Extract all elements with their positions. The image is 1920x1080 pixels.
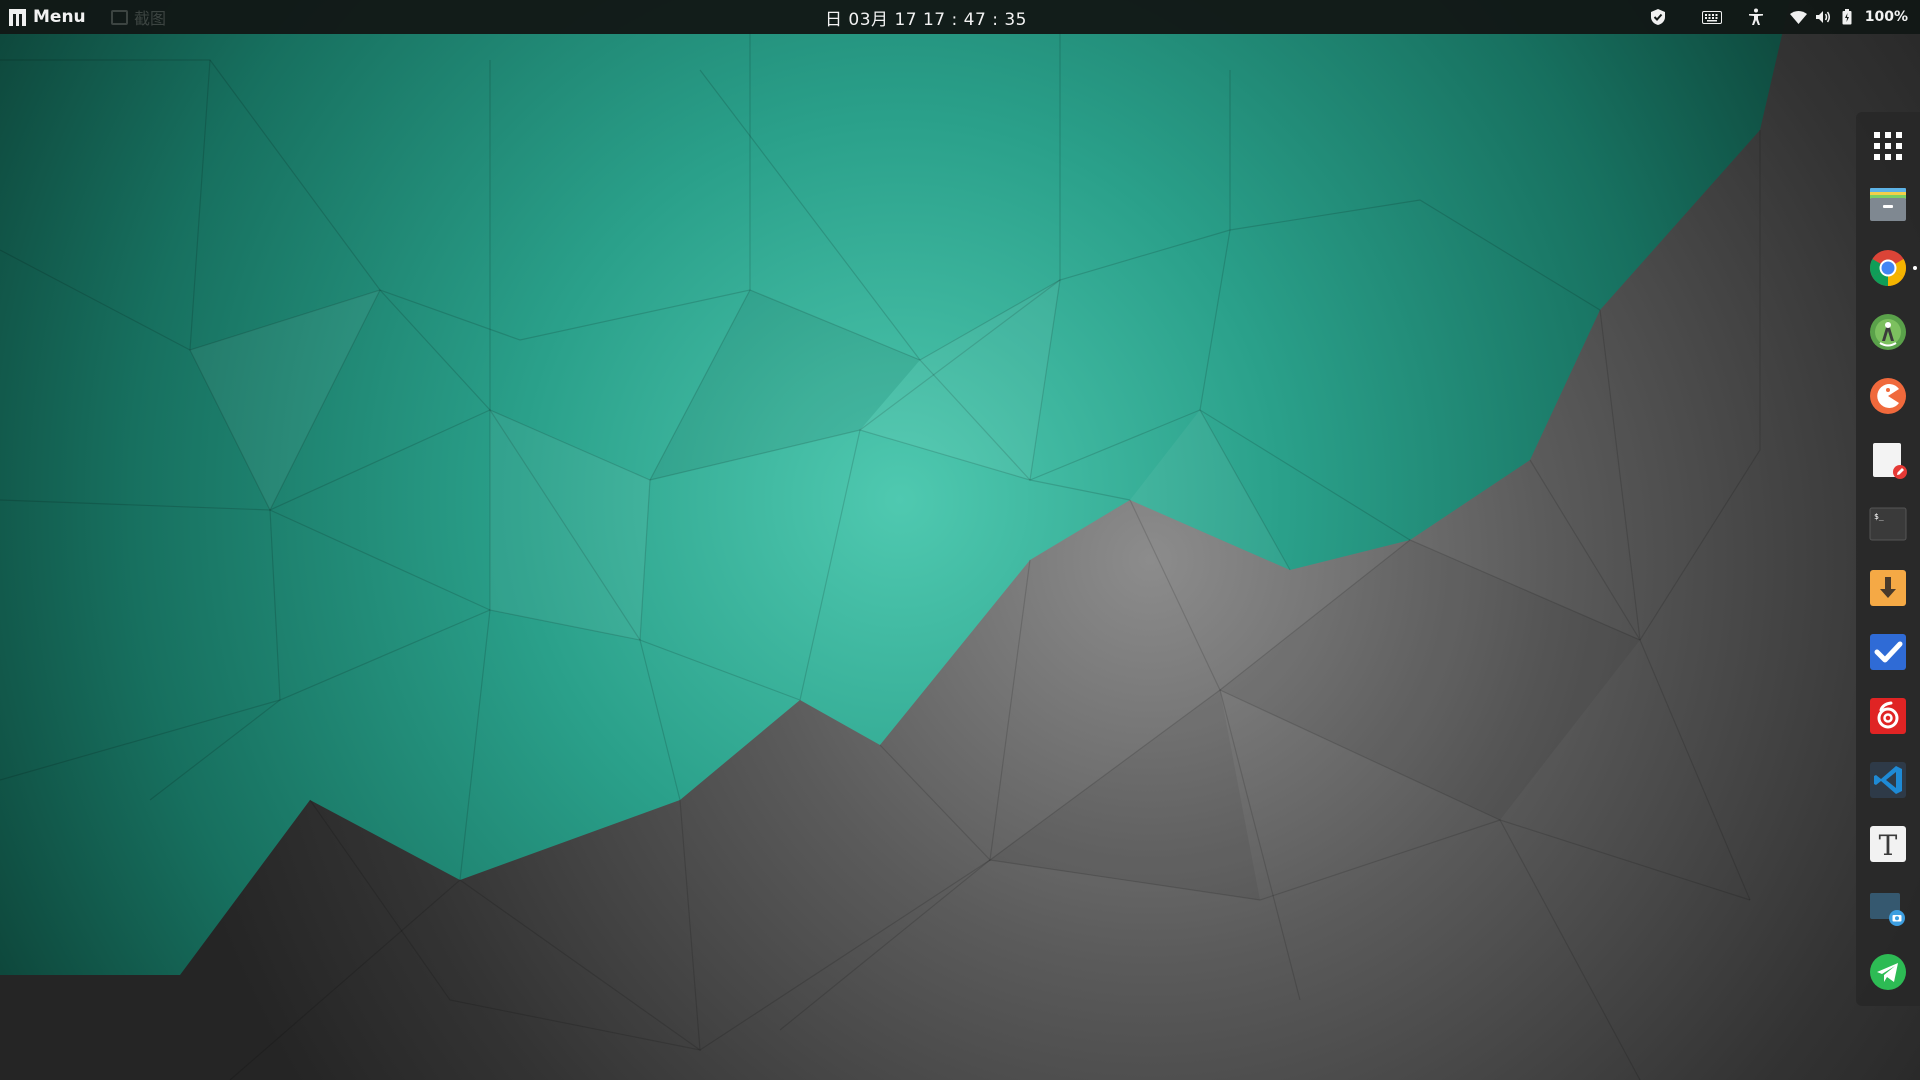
netease-music-icon[interactable] — [1869, 697, 1907, 735]
text-editor-icon[interactable] — [1869, 441, 1907, 479]
wallpaper — [0, 0, 1920, 1080]
taskbar-item-screenshot[interactable]: 截图 — [111, 0, 166, 34]
app-grid-icon[interactable] — [1869, 127, 1907, 165]
vscode-icon[interactable] — [1869, 761, 1907, 799]
desktop[interactable]: Menu 截图 日 03月 17 17 : 47 : 35 100% $_ T — [0, 0, 1920, 1080]
accessibility-icon[interactable] — [1739, 0, 1773, 34]
typora-icon[interactable]: T — [1869, 825, 1907, 863]
menu-logo-icon — [9, 8, 26, 26]
running-indicator — [1913, 266, 1917, 270]
dock: $_ T — [1856, 112, 1920, 1006]
download-icon[interactable] — [1869, 569, 1907, 607]
system-tray: 100% — [1641, 0, 1920, 34]
typora-letter: T — [1879, 829, 1898, 862]
window-icon — [111, 9, 128, 25]
wifi-icon[interactable] — [1787, 0, 1811, 34]
tasks-check-icon[interactable] — [1869, 633, 1907, 671]
shield-icon[interactable] — [1641, 0, 1675, 34]
android-studio-icon[interactable] — [1869, 313, 1907, 351]
chrome-icon[interactable] — [1869, 249, 1907, 287]
terminal-icon[interactable]: $_ — [1869, 505, 1907, 543]
files-icon[interactable] — [1869, 185, 1907, 223]
telegram-icon[interactable] — [1869, 953, 1907, 991]
top-panel: Menu 截图 日 03月 17 17 : 47 : 35 100% — [0, 0, 1920, 34]
battery-icon[interactable] — [1835, 0, 1859, 34]
taskbar-item-label: 截图 — [134, 9, 167, 28]
pacman-app-icon[interactable] — [1869, 377, 1907, 415]
terminal-prompt: $_ — [1874, 512, 1884, 521]
clock-text[interactable]: 日 03月 17 17 : 47 : 35 — [825, 5, 1027, 30]
volume-icon[interactable] — [1811, 0, 1835, 34]
screenshot-icon[interactable] — [1869, 889, 1907, 927]
menu-label: Menu — [33, 7, 86, 27]
menu-button[interactable]: Menu — [9, 0, 86, 34]
clock: 日 03月 17 17 : 47 : 35 — [0, 0, 1852, 34]
battery-percentage: 100% — [1864, 9, 1908, 25]
keyboard-icon[interactable] — [1695, 0, 1729, 34]
